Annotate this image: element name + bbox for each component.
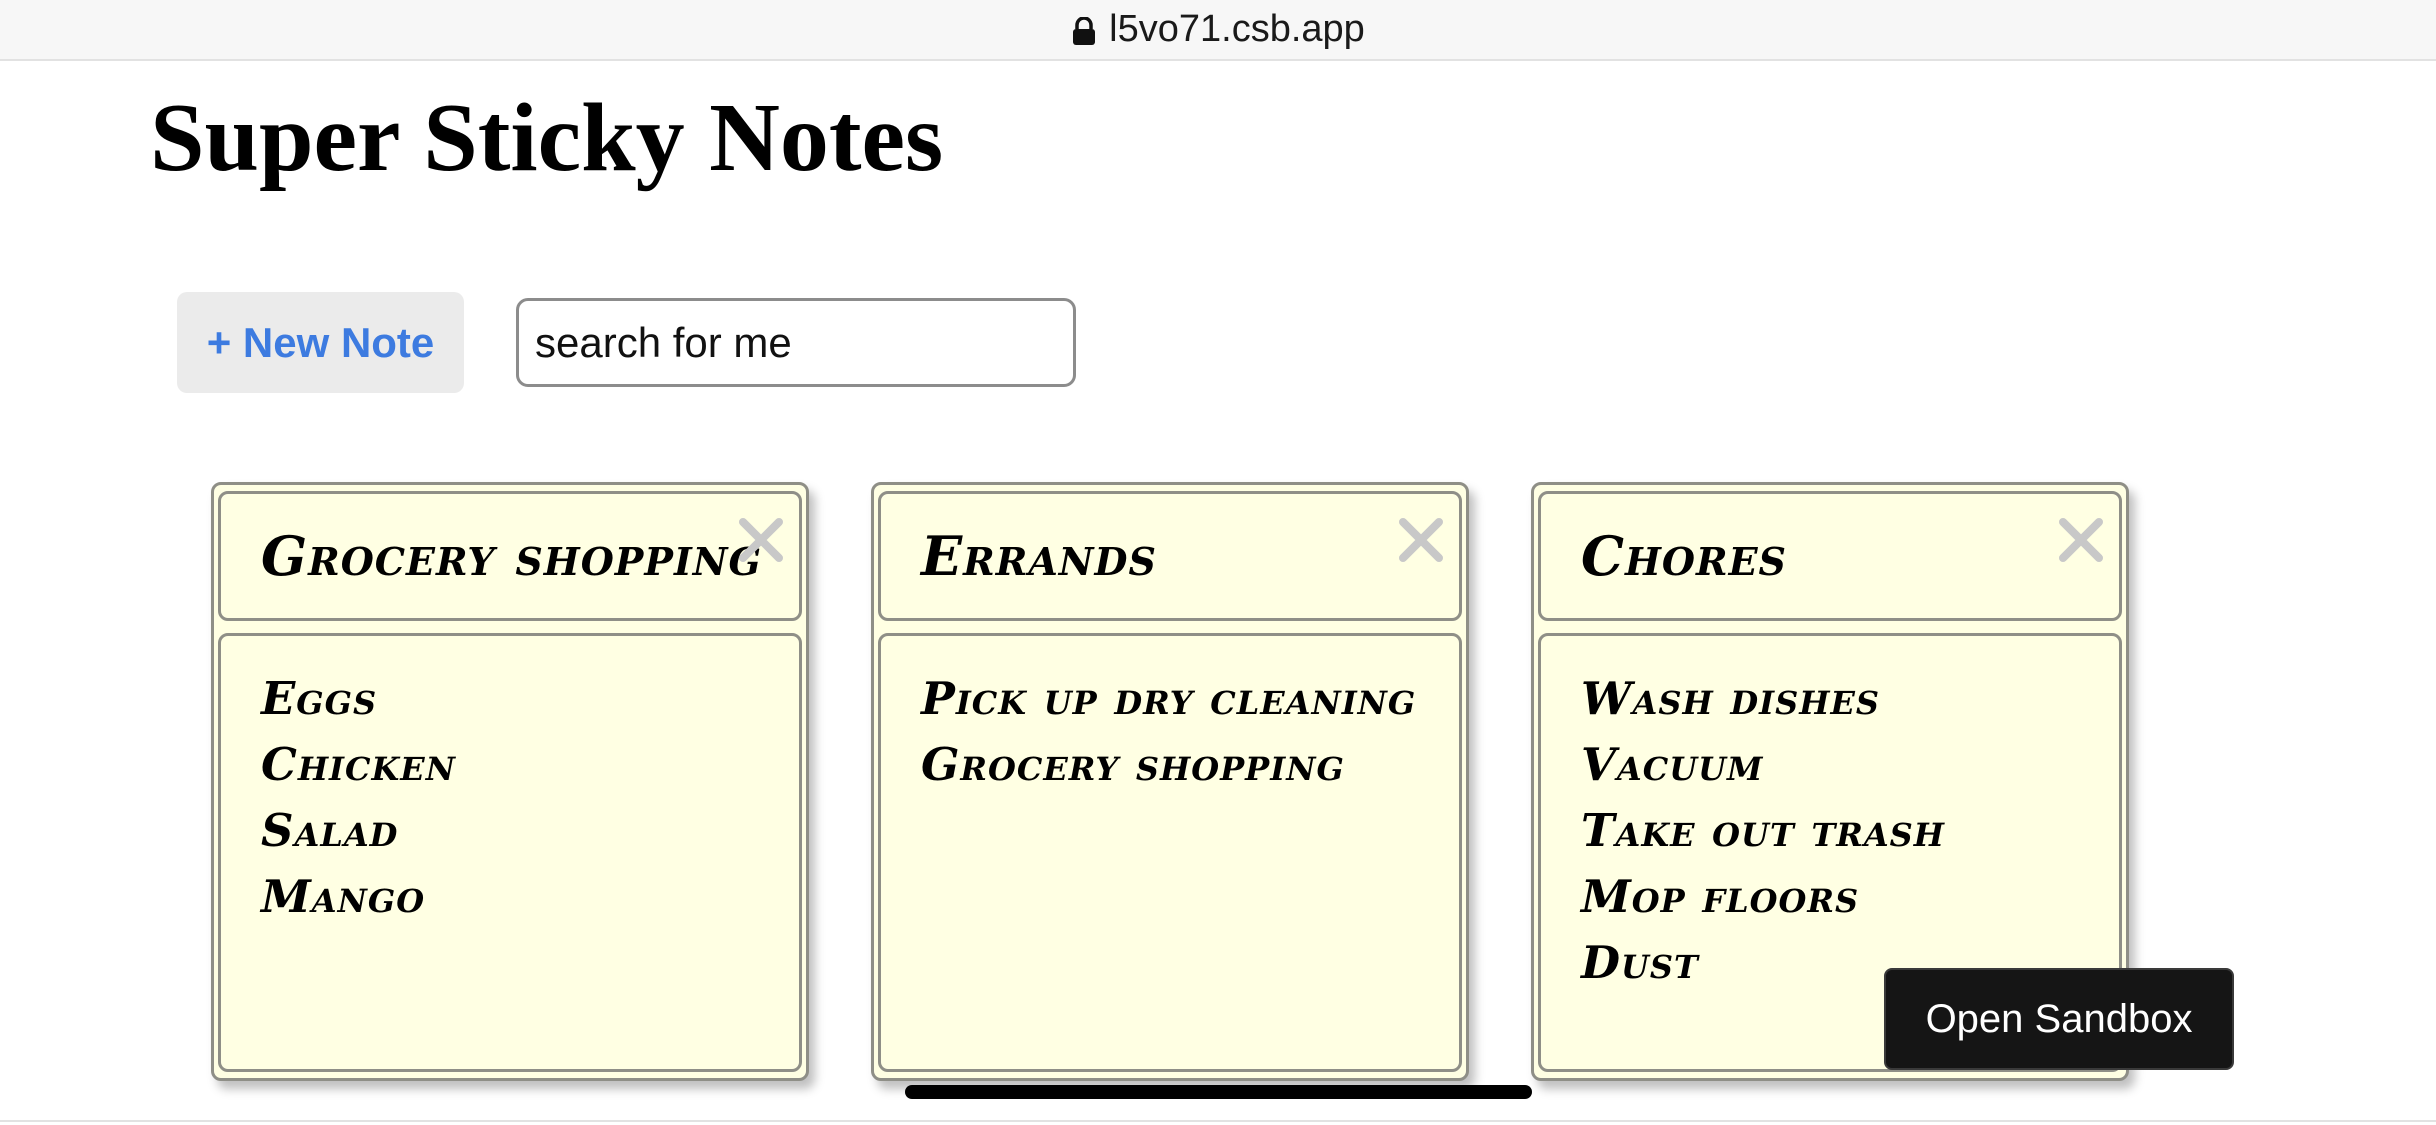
note-body[interactable]: Pick up dry cleaning Grocery shopping — [878, 633, 1462, 1072]
note-line: Vacuum — [1581, 738, 1764, 791]
url-text: l5vo71.csb.app — [1109, 8, 1365, 50]
close-icon[interactable] — [2053, 512, 2109, 568]
note-line: Mango — [261, 870, 426, 923]
note-card: Grocery shopping Eggs Chicken Salad Mang… — [211, 482, 809, 1081]
close-icon[interactable] — [733, 512, 789, 568]
browser-url-bar[interactable]: l5vo71.csb.app — [0, 0, 2436, 61]
page-title: Super Sticky Notes — [150, 84, 944, 192]
lock-icon — [1073, 16, 1096, 45]
note-line: Grocery shopping — [921, 738, 1345, 791]
open-sandbox-button[interactable]: Open Sandbox — [1884, 968, 2234, 1070]
note-body[interactable]: Eggs Chicken Salad Mango — [218, 633, 802, 1072]
note-title[interactable]: Errands — [921, 524, 1379, 588]
note-line: Pick up dry cleaning — [921, 672, 1417, 725]
note-line: Chicken — [261, 738, 456, 791]
note-title[interactable]: Chores — [1581, 524, 2039, 588]
note-header[interactable]: Errands — [878, 491, 1462, 621]
note-title[interactable]: Grocery shopping — [261, 524, 761, 588]
close-icon[interactable] — [1393, 512, 1449, 568]
note-line: Take out trash — [1581, 804, 1946, 857]
note-line: Mop floors — [1581, 870, 1860, 923]
search-input[interactable] — [516, 298, 1076, 387]
bottom-divider — [0, 1120, 2436, 1122]
note-line: Wash dishes — [1581, 672, 1880, 725]
note-card: Errands Pick up dry cleaning Grocery sho… — [871, 482, 1469, 1081]
home-indicator[interactable] — [905, 1085, 1532, 1099]
new-note-button[interactable]: + New Note — [177, 292, 464, 393]
note-line: Eggs — [261, 672, 378, 725]
note-line: Salad — [261, 804, 399, 857]
note-header[interactable]: Grocery shopping — [218, 491, 802, 621]
note-header[interactable]: Chores — [1538, 491, 2122, 621]
